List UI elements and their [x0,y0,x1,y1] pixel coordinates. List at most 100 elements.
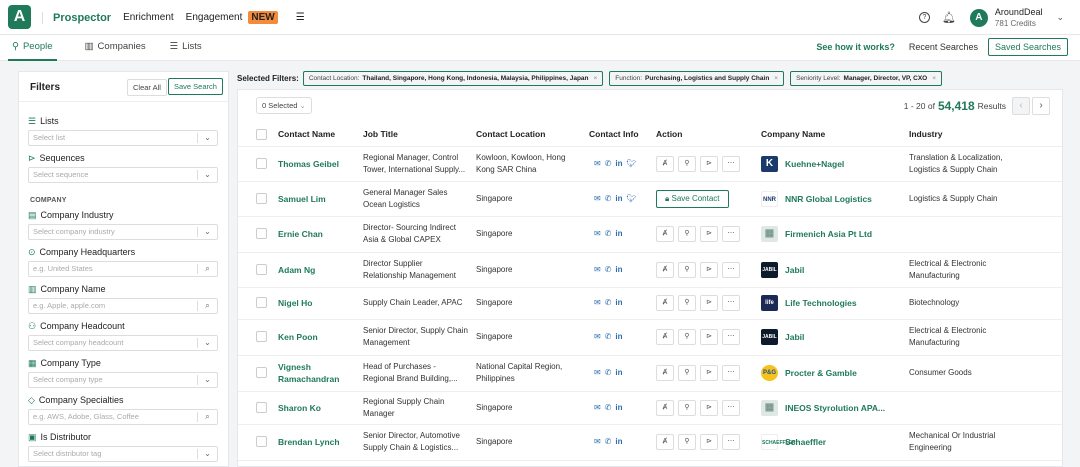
filter-label[interactable]: ⚇ Company Headcount [28,321,125,332]
row-checkbox[interactable] [256,331,267,342]
sequence-icon[interactable]: ⚲ [678,295,696,311]
enrich-icon[interactable]: Ⱥ [656,261,674,278]
filter-label[interactable]: ▦ Company Type [28,358,101,369]
linkedin-icon[interactable]: in [615,265,622,274]
enrich-icon[interactable]: Ⱥ [656,226,674,242]
filter-select[interactable]: Select distributor tag ⌄ [28,446,218,462]
filter-label[interactable]: ⊳ Sequences [28,153,85,164]
filter-label[interactable]: ▥ Company Name [28,284,106,295]
account-info[interactable]: AroundDeal 781 Credits [995,7,1043,29]
email-icon[interactable]: ✉ [594,368,601,377]
filter-select[interactable]: Select company type ⌄ [28,372,218,388]
collapse-menu-icon[interactable]: ☰ [296,12,305,23]
chevron-down-icon[interactable]: ⌄ [1056,12,1064,23]
close-icon[interactable]: × [774,75,778,82]
company-name-link[interactable]: Life Technologies [785,297,857,309]
filter-label[interactable]: ▤ Company Industry [28,210,114,221]
close-icon[interactable]: × [594,75,598,82]
contact-name-link[interactable]: Brendan Lynch [278,436,358,448]
filter-select[interactable]: Select company headcount ⌄ [28,335,218,351]
email-icon[interactable]: ✉ [594,437,601,446]
more-icon[interactable]: ⋯ [722,295,740,311]
close-icon[interactable]: × [932,75,936,82]
filter-chip[interactable]: Function: Purchasing, Logistics and Suppl… [609,70,785,86]
prev-page-button[interactable]: ‹ [1012,97,1030,115]
phone-icon[interactable]: ✆ [605,368,612,377]
nav-engagement[interactable]: Engagement NEW [186,10,284,24]
send-icon[interactable]: ⊳ [700,226,718,242]
email-icon[interactable]: ✉ [594,332,601,341]
send-icon[interactable]: ⊳ [700,399,718,416]
bell-icon[interactable]: 🔔︎ [942,11,956,24]
phone-icon[interactable]: ✆ [605,265,612,274]
phone-icon[interactable]: ✆ [605,437,612,446]
filter-label[interactable]: ▣ Is Distributor [28,432,91,443]
next-page-button[interactable]: › [1032,97,1050,115]
enrich-icon[interactable]: Ⱥ [656,295,674,311]
email-icon[interactable]: ✉ [594,298,601,307]
linkedin-icon[interactable]: in [615,437,622,446]
more-icon[interactable]: ⋯ [722,226,740,242]
select-all-checkbox[interactable] [256,129,267,140]
company-name-link[interactable]: Procter & Gamble [785,367,857,379]
company-name-link[interactable]: Kuehne+Nagel [785,158,844,170]
save-search-button[interactable]: Save Search [168,78,223,95]
filter-label[interactable]: ⊙ Company Headquarters [28,247,135,258]
contact-name-link[interactable]: Nigel Ho [278,297,358,309]
contact-name-link[interactable]: Thomas Geibel [278,158,358,170]
tab-people[interactable]: ⚲ People [8,35,57,61]
row-checkbox[interactable] [256,436,267,447]
clear-all-button[interactable]: Clear All [127,79,167,96]
twitter-icon[interactable]: 🐦︎ [627,194,637,203]
nav-prospector[interactable]: Prospector [42,11,111,24]
more-icon[interactable]: ⋯ [722,399,740,416]
sequence-icon[interactable]: ⚲ [678,329,696,345]
contact-name-link[interactable]: Sharon Ko [278,402,358,414]
row-checkbox[interactable] [256,297,267,308]
selected-dropdown[interactable]: 0 Selected ⌄ [256,97,312,114]
filter-search-input[interactable]: e.g. United States ⌕ [28,261,218,277]
linkedin-icon[interactable]: in [615,368,622,377]
email-icon[interactable]: ✉ [594,159,601,168]
linkedin-icon[interactable]: in [615,159,622,168]
sequence-icon[interactable]: ⚲ [678,226,696,242]
linkedin-icon[interactable]: in [615,298,622,307]
filter-label[interactable]: ☰ Lists [28,116,59,127]
enrich-icon[interactable]: Ⱥ [656,399,674,416]
enrich-icon[interactable]: Ⱥ [656,365,674,381]
phone-icon[interactable]: ✆ [605,159,612,168]
linkedin-icon[interactable]: in [615,332,622,341]
phone-icon[interactable]: ✆ [605,298,612,307]
phone-icon[interactable]: ✆ [605,332,612,341]
row-checkbox[interactable] [256,192,267,204]
contact-name-link[interactable]: Ken Poon [278,331,358,343]
sequence-icon[interactable]: ⚲ [678,434,696,450]
send-icon[interactable]: ⊳ [700,365,718,381]
contact-name-link[interactable]: Vignesh Ramachandran [278,361,358,385]
sequence-icon[interactable]: ⚲ [678,261,696,278]
company-name-link[interactable]: Jabil [785,331,804,343]
email-icon[interactable]: ✉ [594,265,601,274]
enrich-icon[interactable]: Ⱥ [656,434,674,450]
sequence-icon[interactable]: ⚲ [678,156,696,172]
phone-icon[interactable]: ✆ [605,229,612,238]
email-icon[interactable]: ✉ [594,194,601,203]
filter-chip[interactable]: Seniority Level: Manager, Director, VP, C… [790,70,943,86]
sequence-icon[interactable]: ⚲ [678,399,696,416]
row-checkbox[interactable] [256,263,267,275]
company-name-link[interactable]: INEOS Styrolution APA... [785,402,885,414]
send-icon[interactable]: ⊳ [700,261,718,278]
phone-icon[interactable]: ✆ [605,403,612,412]
send-icon[interactable]: ⊳ [700,156,718,172]
row-checkbox[interactable] [256,367,267,378]
company-name-link[interactable]: NNR Global Logistics [785,193,872,205]
tab-companies[interactable]: ▥ Companies [73,35,158,61]
company-name-link[interactable]: Firmenich Asia Pt Ltd [785,228,872,240]
linkedin-icon[interactable]: in [615,403,622,412]
row-checkbox[interactable] [256,158,267,169]
enrich-icon[interactable]: Ⱥ [656,329,674,345]
tab-lists[interactable]: ☰ Lists [158,35,214,61]
saved-searches-button[interactable]: Saved Searches [987,38,1068,56]
send-icon[interactable]: ⊳ [700,295,718,311]
app-logo[interactable]: A [8,5,31,29]
